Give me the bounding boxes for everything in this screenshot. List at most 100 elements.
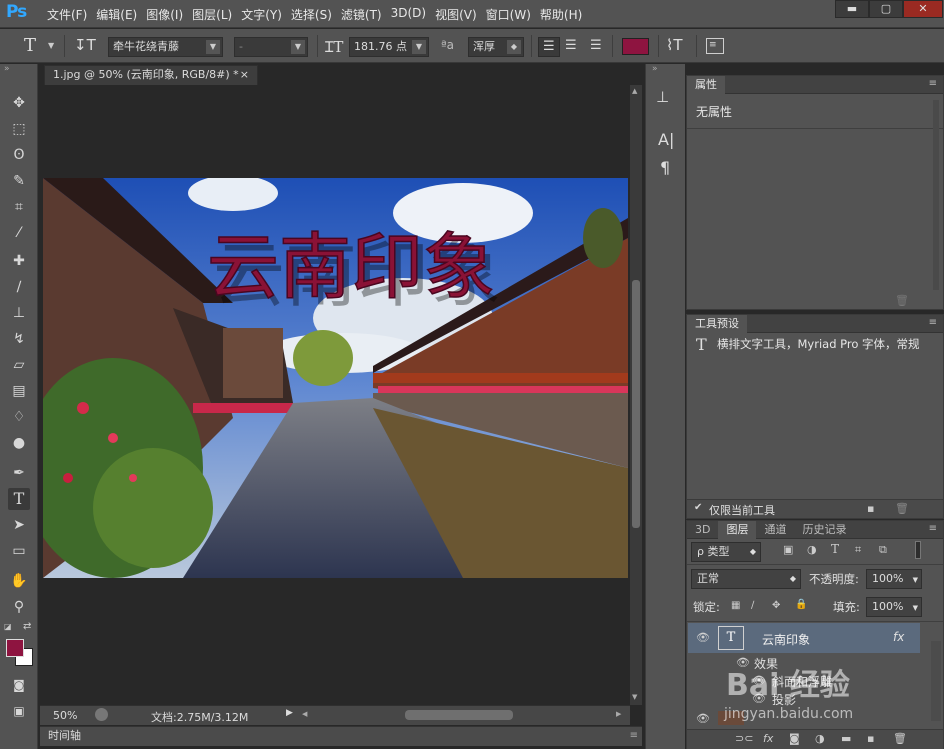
text-orientation-icon[interactable]: ↧T	[74, 36, 96, 54]
type-tool-icon[interactable]: T	[8, 488, 30, 510]
align-right-button[interactable]: ☰	[590, 38, 602, 53]
tab-channels[interactable]: 通道	[756, 521, 794, 539]
font-style-select[interactable]: - ▼	[234, 37, 308, 57]
scroll-left-icon[interactable]: ◀	[302, 710, 307, 718]
tool-preset-picker[interactable]: T	[24, 35, 36, 56]
quick-select-tool-icon[interactable]: ✎	[8, 170, 30, 192]
filter-adjustment-icon[interactable]: ◑	[807, 543, 817, 556]
add-style-icon[interactable]: fx	[763, 732, 773, 745]
menu-type[interactable]: 文字(Y)	[240, 6, 290, 23]
lasso-tool-icon[interactable]: ʘ	[8, 144, 30, 166]
layers-scrollbar[interactable]	[931, 641, 941, 721]
align-center-button[interactable]: ☰	[565, 38, 577, 53]
menu-help[interactable]: 帮助(H)	[539, 6, 590, 23]
paragraph-panel-icon[interactable]: ¶	[660, 158, 670, 177]
rectangle-tool-icon[interactable]: ▭	[8, 540, 30, 562]
eyedropper-tool-icon[interactable]: ⁄	[8, 222, 30, 244]
menu-3d[interactable]: 3D(D)	[390, 6, 434, 23]
lock-all-icon[interactable]: 🔒	[795, 599, 807, 610]
link-layers-icon[interactable]: ⊃⊂	[735, 732, 753, 745]
filter-type-icon[interactable]: T	[831, 542, 839, 556]
marquee-tool-icon[interactable]: ⬚	[8, 118, 30, 140]
fill-input[interactable]: 100% ▼	[866, 597, 922, 617]
trash-icon[interactable]: 🗑	[895, 502, 909, 515]
collapse-icon[interactable]: »	[4, 64, 10, 74]
swap-colors-icon[interactable]: ⇄	[23, 621, 31, 632]
menu-view[interactable]: 视图(V)	[434, 6, 485, 23]
blur-tool-icon[interactable]: ♢	[8, 406, 30, 428]
filter-toggle[interactable]	[915, 541, 921, 559]
align-left-button[interactable]: ☰	[538, 37, 560, 57]
default-colors-icon[interactable]: ◪	[4, 622, 12, 631]
menu-image[interactable]: 图像(I)	[145, 6, 191, 23]
presets-panel-icon[interactable]: ⊥	[656, 88, 669, 106]
eraser-tool-icon[interactable]: ▱	[8, 354, 30, 376]
character-panel-button[interactable]: ≡	[706, 38, 724, 54]
tab-properties[interactable]: 属性	[687, 76, 725, 94]
horizontal-scroll-thumb[interactable]	[405, 710, 513, 720]
lock-position-icon[interactable]: ✥	[772, 600, 780, 611]
hand-tool-icon[interactable]: ✋	[8, 570, 30, 592]
brush-tool-icon[interactable]: ∕	[8, 276, 30, 298]
close-window-button[interactable]: ✕	[903, 0, 943, 18]
maximize-button[interactable]: ▢	[869, 0, 903, 18]
close-tab-icon[interactable]: ×	[240, 66, 249, 84]
clone-stamp-tool-icon[interactable]: ⊥	[8, 302, 30, 324]
move-tool-icon[interactable]: ✥	[8, 92, 30, 114]
scroll-up-icon[interactable]: ▲	[632, 87, 637, 95]
path-select-tool-icon[interactable]: ➤	[8, 514, 30, 536]
tab-tool-presets[interactable]: 工具预设	[687, 315, 747, 333]
add-mask-icon[interactable]: ◙	[789, 732, 800, 745]
opacity-input[interactable]: 100% ▼	[866, 569, 922, 589]
panel-menu-icon[interactable]: ≡	[929, 78, 937, 89]
quick-mask-icon[interactable]: ◙	[8, 674, 30, 696]
font-size-select[interactable]: 181.76 点 ▼	[349, 37, 429, 57]
fx-icon[interactable]: fx	[893, 630, 904, 644]
panel-menu-icon[interactable]: ≡	[630, 727, 638, 745]
menu-filter[interactable]: 滤镜(T)	[340, 6, 390, 23]
trash-icon[interactable]: 🗑	[893, 732, 907, 745]
status-menu-arrow-icon[interactable]: ▶	[286, 708, 293, 718]
foreground-color-swatch[interactable]	[6, 639, 24, 657]
visibility-eye-icon[interactable]: 👁	[696, 712, 710, 725]
gradient-tool-icon[interactable]: ▤	[8, 380, 30, 402]
layer-name[interactable]: 云南印象	[762, 631, 810, 648]
visibility-eye-icon[interactable]: 👁	[696, 631, 710, 644]
lock-image-icon[interactable]: ∕	[751, 600, 754, 611]
text-color-swatch[interactable]	[622, 38, 649, 55]
menu-file[interactable]: 文件(F)	[46, 6, 95, 23]
expand-icon[interactable]: »	[652, 64, 658, 74]
panel-menu-icon[interactable]: ≡	[929, 317, 937, 328]
menu-select[interactable]: 选择(S)	[290, 6, 340, 23]
menu-edit[interactable]: 编辑(E)	[95, 6, 145, 23]
new-preset-icon[interactable]: ▪	[867, 502, 874, 515]
filter-shape-icon[interactable]: ⌗	[855, 543, 861, 557]
scroll-down-icon[interactable]: ▼	[632, 693, 637, 701]
menu-window[interactable]: 窗口(W)	[485, 6, 539, 23]
tab-layers[interactable]: 图层	[718, 521, 757, 539]
checkbox-checked-icon[interactable]: ✔	[694, 502, 702, 513]
tab-3d[interactable]: 3D	[687, 521, 718, 539]
menu-layer[interactable]: 图层(L)	[191, 6, 240, 23]
lock-transparent-icon[interactable]: ▦	[731, 600, 740, 611]
dodge-tool-icon[interactable]: ●	[8, 432, 30, 454]
crop-tool-icon[interactable]: ⌗	[8, 196, 30, 218]
panel-menu-icon[interactable]: ≡	[929, 523, 937, 534]
canvas-area[interactable]: 云南印象 云南印象	[40, 85, 630, 705]
character-panel-icon[interactable]: A|	[658, 130, 674, 149]
scroll-right-icon[interactable]: ▶	[616, 710, 621, 718]
filter-smart-object-icon[interactable]: ⧉	[879, 543, 887, 557]
vertical-scroll-thumb[interactable]	[632, 280, 640, 528]
zoom-level[interactable]: 50%	[53, 709, 77, 722]
timeline-panel[interactable]: 时间轴 ≡	[40, 726, 642, 746]
adjustment-layer-icon[interactable]: ◑	[815, 732, 825, 745]
layer-row-selected[interactable]: 👁 T 云南印象 fx	[688, 623, 920, 653]
history-brush-tool-icon[interactable]: ↯	[8, 328, 30, 350]
preset-item[interactable]: 横排文字工具，Myriad Pro 字体，常规	[717, 336, 937, 352]
warp-text-button[interactable]: ⌇T	[666, 36, 683, 54]
zoom-tool-icon[interactable]: ⚲	[8, 596, 30, 618]
status-icon[interactable]	[95, 708, 108, 721]
current-tool-only-label[interactable]: 仅限当前工具	[709, 502, 775, 518]
font-family-select[interactable]: 牵牛花绕青藤 ▼	[108, 37, 223, 57]
layer-filter-select[interactable]: ρ 类型 ◆	[691, 542, 761, 562]
